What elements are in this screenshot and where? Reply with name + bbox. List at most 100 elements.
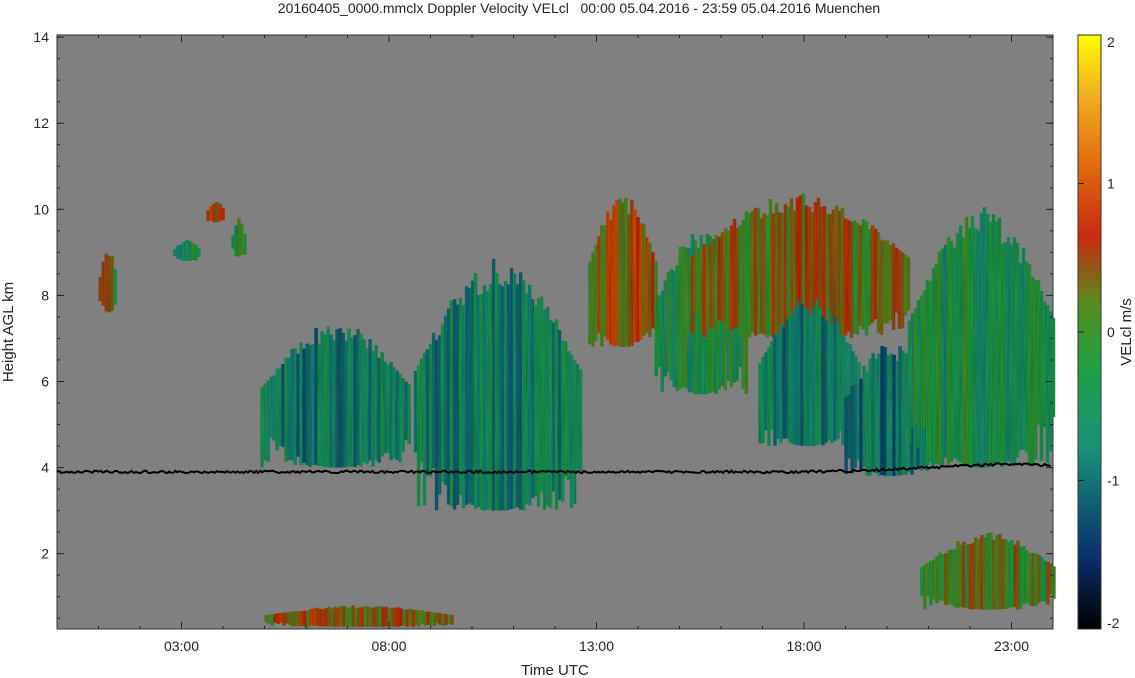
echo-column [834,205,839,334]
echo-column [444,614,448,625]
echo-column [317,343,321,467]
echo-column [429,611,433,627]
echo-column [390,607,394,627]
echo-column [925,280,930,464]
echo-column [264,615,268,623]
echo-column [423,611,427,626]
echo-column [726,230,731,332]
echo-column [338,328,342,468]
echo-column [218,203,222,222]
echo-column [371,351,375,467]
echo-column [461,305,466,509]
echo-column [278,367,282,446]
echo-column [173,249,177,257]
echo-column [521,280,526,511]
echo-column [404,381,408,441]
echo-column [885,240,890,324]
echo-column [657,295,661,368]
echo-column [384,606,388,627]
echo-column [416,365,421,507]
echo-column [880,346,884,475]
echo-column [377,357,381,463]
echo-column [347,328,351,467]
echo-column [794,308,798,445]
echo-column [723,228,728,323]
echo-column [191,243,195,260]
echo-column [756,208,761,335]
echo-column [708,244,713,327]
echo-column [339,605,343,627]
echo-column [563,341,568,477]
echo-column [291,611,295,627]
echo-column [938,552,942,601]
echo-column [867,229,872,326]
echo-column [425,349,430,476]
echo-column [779,324,783,444]
echo-column [284,357,288,462]
y-tick-label: 12 [33,115,49,131]
echo-column [952,247,957,459]
echo-column [762,213,767,335]
echo-column [855,222,860,335]
echo-column [621,202,625,347]
echo-column [359,333,363,467]
echo-column [979,213,984,468]
echo-column [997,217,1002,465]
echo-column [615,199,619,346]
echo-column [374,345,378,461]
echo-column [989,532,993,610]
echo-column [836,322,840,440]
echo-column [777,212,782,338]
echo-column [383,361,387,454]
echo-column [906,257,911,311]
x-tick-label: 13:00 [579,638,614,654]
echo-column [663,280,667,377]
echo-column [420,610,424,625]
echo-column [572,360,577,504]
echo-column [900,252,905,329]
echo-column [791,314,795,445]
echo-column [107,255,111,313]
echo-column [1049,563,1053,595]
echo-column [282,612,286,626]
echo-column [982,207,987,468]
y-tick-label: 10 [33,201,49,217]
echo-column [243,234,247,255]
echo-column [311,344,315,466]
echo-column [446,308,451,505]
echo-column [197,248,201,258]
echo-column [841,402,845,445]
echo-column [176,245,180,259]
echo-column [1036,280,1041,425]
echo-column [98,277,102,302]
y-tick-label: 8 [41,287,49,303]
echo-column [970,215,975,467]
echo-column [910,313,915,428]
echo-column [341,332,345,468]
echo-column [275,368,279,451]
echo-column [892,354,896,476]
echo-column [983,537,987,610]
echo-column [1024,261,1029,453]
echo-column [518,272,523,510]
echo-column [449,300,454,507]
echo-column [378,606,382,627]
echo-column [351,605,355,627]
echo-column [452,299,457,510]
echo-column [342,606,346,627]
echo-column [967,228,972,467]
echo-column [566,351,571,481]
echo-column [941,554,945,601]
echo-column [771,213,776,339]
echo-column [666,272,670,373]
echo-column [923,564,927,610]
echo-column [690,255,695,334]
echo-column [1000,243,1005,467]
echo-column [221,207,225,221]
echo-column [1003,242,1008,463]
echo-column [768,199,773,336]
echo-column [194,244,198,261]
echo-column [1042,301,1047,428]
echo-column [950,549,954,605]
echo-column [991,214,996,467]
